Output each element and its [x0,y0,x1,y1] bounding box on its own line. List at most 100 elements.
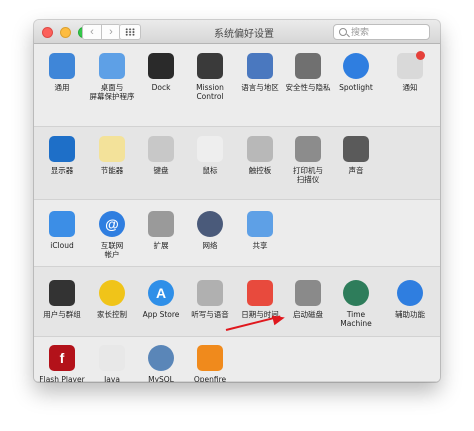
calendar-clock-icon [247,280,273,306]
pane-timemachine[interactable]: Time Machine [330,280,382,328]
pane-label: 用户与群组 [43,310,81,319]
notifications-icon [397,51,425,79]
pane-mission[interactable]: Mission Control [184,53,236,101]
at-sign-icon: @ [99,211,125,237]
pane-label: Mission Control [196,83,224,101]
app-store-icon: A [148,280,174,306]
pane-label: 启动磁盘 [293,310,323,319]
pane-label: 声音 [348,166,364,175]
pane-label: Openfire [193,375,227,382]
pane-label: 网络 [202,241,218,250]
minimize-button[interactable] [60,27,71,38]
flash-icon: f [49,345,75,371]
pane-parental[interactable]: 家长控制 [86,280,138,319]
pane-startup[interactable]: 启动磁盘 [282,280,334,319]
pane-appstore[interactable]: A App Store [135,280,187,319]
general-icon [49,53,75,79]
search-placeholder: 搜索 [351,28,370,38]
search-field[interactable]: 搜索 [333,24,430,40]
house-lock-icon [295,53,321,79]
pane-label: 键盘 [153,166,169,175]
pane-keyboard[interactable]: 键盘 [135,136,187,175]
mission-control-icon [197,53,223,79]
pane-label: 听写与语音 [191,310,229,319]
pane-label: 触控板 [248,166,272,175]
pane-spotlight[interactable]: Spotlight [330,53,382,92]
pane-icloud[interactable]: iCloud [36,211,88,250]
printer-icon [295,136,321,162]
pane-label: Dock [151,83,171,92]
pane-label: 显示器 [50,166,74,175]
pane-section: f Flash Player Java MySQL Openfire [34,337,440,382]
pane-label: 互联网 帐户 [100,241,124,259]
pane-label: MySQL [148,375,174,382]
pane-label: Spotlight [339,83,373,92]
pane-label: Time Machine [340,310,372,328]
pane-openfire[interactable]: Openfire [184,345,236,382]
pane-extensions[interactable]: 扩展 [135,211,187,250]
search-icon [339,28,347,36]
pane-dock[interactable]: Dock [135,53,187,92]
back-button[interactable]: ‹ [82,24,102,40]
pane-section: 通用 桌面与 屏幕保护程序 Dock Mission Control 语言与地区 安全性与… [34,45,440,127]
sharing-folder-icon [247,211,273,237]
desktop-screensaver-icon [99,53,125,79]
cloud-icon [49,211,75,237]
keyboard-icon [148,136,174,162]
pane-desktop[interactable]: 桌面与 屏幕保护程序 [86,53,138,101]
pane-label: 鼠标 [202,166,218,175]
pane-general[interactable]: 通用 [36,53,88,92]
pane-label: iCloud [50,241,74,250]
time-machine-icon [343,280,369,306]
display-icon [49,136,75,162]
mysql-icon [148,345,174,371]
pane-label: 共享 [252,241,268,250]
parental-controls-icon [99,280,125,306]
lightbulb-icon [99,136,125,162]
pane-mouse[interactable]: 鼠标 [184,136,236,175]
pane-security[interactable]: 安全性与隐私 [282,53,334,92]
speaker-icon [343,136,369,162]
pane-java[interactable]: Java [86,345,138,382]
pane-network[interactable]: 网络 [184,211,236,250]
pane-label: 通知 [402,83,418,92]
pane-internet[interactable]: @ 互联网 帐户 [86,211,138,259]
notification-badge-icon [416,51,425,60]
pane-flash[interactable]: f Flash Player [36,345,88,382]
java-icon [99,345,125,371]
title-bar: ‹ › 系统偏好设置 搜索 [34,20,440,44]
close-button[interactable] [42,27,53,38]
pane-energy[interactable]: 节能器 [86,136,138,175]
pane-label: 安全性与隐私 [285,83,331,92]
pane-label: Java [104,375,120,382]
pane-label: 扩展 [153,241,169,250]
show-all-button[interactable] [119,24,141,40]
pane-language[interactable]: 语言与地区 [234,53,286,92]
pane-label: 辅助功能 [395,310,425,319]
pane-label: 桌面与 屏幕保护程序 [89,83,135,101]
pane-label: Flash Player [39,375,85,382]
pane-label: 打印机与 扫描仪 [293,166,323,184]
pane-trackpad[interactable]: 触控板 [234,136,286,175]
forward-button[interactable]: › [101,24,121,40]
microphone-icon [197,280,223,306]
pane-users[interactable]: 用户与群组 [36,280,88,319]
pane-dictation[interactable]: 听写与语音 [184,280,236,319]
window-title: 系统偏好设置 [214,29,274,40]
pane-mysql[interactable]: MySQL [135,345,187,382]
pane-displays[interactable]: 显示器 [36,136,88,175]
pane-section: 显示器 节能器 键盘 鼠标 触控板 打印机与 扫描仪 声音 [34,127,440,200]
magnifier-icon [343,53,369,79]
pane-sharing[interactable]: 共享 [234,211,286,250]
pane-accessibility[interactable]: 辅助功能 [384,280,436,319]
pane-printers[interactable]: 打印机与 扫描仪 [282,136,334,184]
mouse-icon [197,136,223,162]
pane-sound[interactable]: 声音 [330,136,382,175]
users-icon [49,280,75,306]
disk-icon [295,280,321,306]
pane-label: 语言与地区 [241,83,279,92]
pane-notifications[interactable]: 通知 [384,51,436,92]
pane-label: 家长控制 [97,310,127,319]
grid-icon [125,28,135,36]
trackpad-icon [247,136,273,162]
